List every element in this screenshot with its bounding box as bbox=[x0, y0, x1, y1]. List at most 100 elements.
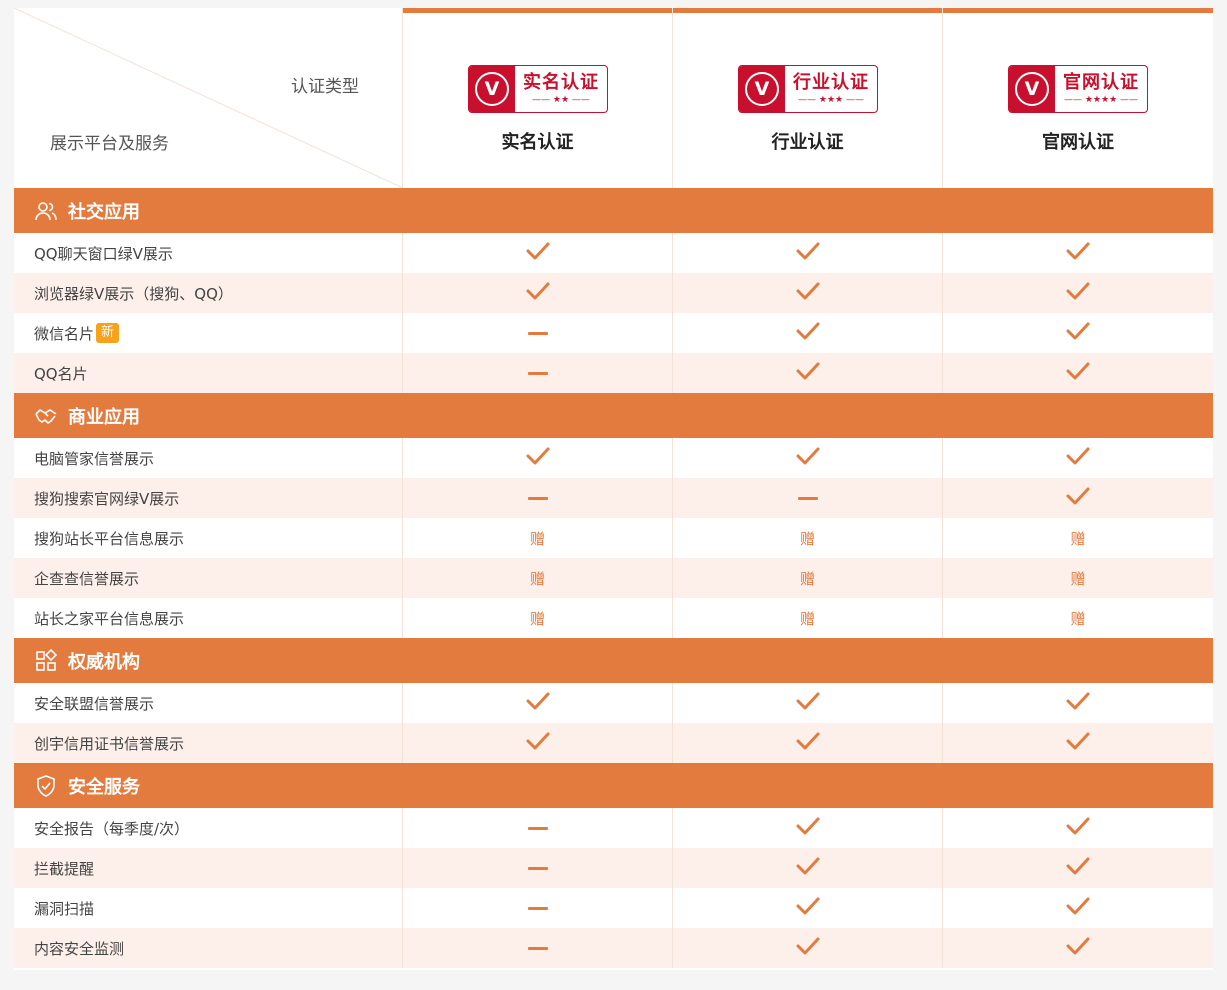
gift-label: 赠 bbox=[1070, 529, 1086, 548]
value-cell bbox=[403, 438, 673, 478]
users-icon bbox=[34, 199, 58, 223]
check-icon bbox=[1066, 281, 1090, 305]
value-cell bbox=[403, 353, 673, 393]
check-icon bbox=[796, 361, 820, 385]
table-row: 内容安全监测 bbox=[14, 928, 1213, 968]
section-header: 安全服务 bbox=[14, 763, 1213, 808]
check-icon bbox=[1066, 486, 1090, 510]
table-row: 搜狗站长平台信息展示 赠 赠 赠 bbox=[14, 518, 1213, 558]
check-icon bbox=[1066, 321, 1090, 345]
gift-label: 赠 bbox=[1070, 609, 1086, 628]
badge-name: 实名认证 bbox=[523, 72, 599, 93]
cert-badge: V 行业认证 —— ★★★ —— bbox=[738, 65, 878, 113]
dash-icon bbox=[527, 906, 548, 910]
header-col-3: V 官网认证 —— ★★★★ —— 官网认证 bbox=[943, 8, 1213, 188]
value-cell bbox=[943, 808, 1213, 848]
value-cell bbox=[943, 683, 1213, 723]
gift-label: 赠 bbox=[799, 609, 815, 628]
badge-stars: —— ★★★ —— bbox=[798, 95, 864, 105]
value-cell bbox=[403, 723, 673, 763]
gift-label: 赠 bbox=[1070, 569, 1086, 588]
table-row: 漏洞扫描 bbox=[14, 888, 1213, 928]
value-cell: 赠 bbox=[403, 598, 673, 638]
table-row: 浏览器绿V展示（搜狗、QQ） bbox=[14, 273, 1213, 313]
value-cell: 赠 bbox=[673, 558, 943, 598]
apps-icon bbox=[34, 648, 58, 673]
value-cell bbox=[403, 233, 673, 273]
row-name: 创宇信用证书信誉展示 bbox=[14, 723, 403, 763]
value-cell bbox=[673, 888, 943, 928]
value-cell bbox=[403, 478, 673, 518]
value-cell: 赠 bbox=[673, 598, 943, 638]
check-icon bbox=[1066, 241, 1090, 265]
value-cell bbox=[403, 313, 673, 353]
table-row: 电脑管家信誉展示 bbox=[14, 438, 1213, 478]
dash-icon bbox=[527, 496, 548, 500]
badge-stars: —— ★★★★ —— bbox=[1064, 95, 1138, 105]
check-icon bbox=[796, 731, 820, 755]
value-cell bbox=[403, 848, 673, 888]
check-icon bbox=[796, 936, 820, 960]
value-cell bbox=[943, 273, 1213, 313]
check-icon bbox=[1066, 896, 1090, 920]
value-cell bbox=[673, 683, 943, 723]
value-cell bbox=[673, 848, 943, 888]
row-name: 安全联盟信誉展示 bbox=[14, 683, 403, 723]
value-cell bbox=[943, 438, 1213, 478]
value-cell bbox=[943, 353, 1213, 393]
table-header: 认证类型 展示平台及服务 V 实名认证 —— ★★ —— 实名认证 V 行业认证 —— ★★… bbox=[14, 8, 1213, 188]
section-label: 安全服务 bbox=[68, 776, 140, 798]
row-name: 搜狗搜索官网绿V展示 bbox=[14, 478, 403, 518]
check-icon bbox=[796, 856, 820, 880]
value-cell: 赠 bbox=[943, 558, 1213, 598]
badge-name: 官网认证 bbox=[1063, 72, 1139, 93]
table-row: 安全报告（每季度/次） bbox=[14, 808, 1213, 848]
value-cell bbox=[943, 848, 1213, 888]
row-name: 搜狗站长平台信息展示 bbox=[14, 518, 403, 558]
value-cell bbox=[673, 723, 943, 763]
value-cell bbox=[403, 928, 673, 968]
row-name: QQ聊天窗口绿V展示 bbox=[14, 233, 403, 273]
section-label: 商业应用 bbox=[68, 406, 140, 428]
header-col-1: V 实名认证 —— ★★ —— 实名认证 bbox=[403, 8, 673, 188]
row-name: 站长之家平台信息展示 bbox=[14, 598, 403, 638]
gift-label: 赠 bbox=[799, 529, 815, 548]
row-name: 拦截提醒 bbox=[14, 848, 403, 888]
value-cell bbox=[403, 808, 673, 848]
badge-stars: —— ★★ —— bbox=[532, 95, 590, 105]
auth-type-label: 认证类型 bbox=[291, 77, 359, 97]
gift-label: 赠 bbox=[529, 609, 545, 628]
column-title: 行业认证 bbox=[771, 132, 844, 153]
value-cell bbox=[943, 888, 1213, 928]
value-cell: 赠 bbox=[403, 558, 673, 598]
section-header: 社交应用 bbox=[14, 188, 1213, 233]
row-name: 微信名片新 bbox=[14, 313, 403, 353]
section-header: 权威机构 bbox=[14, 638, 1213, 683]
row-name: 内容安全监测 bbox=[14, 928, 403, 968]
gift-label: 赠 bbox=[529, 529, 545, 548]
section-label: 权威机构 bbox=[68, 651, 140, 673]
check-icon bbox=[526, 691, 550, 715]
table-row: 创宇信用证书信誉展示 bbox=[14, 723, 1213, 763]
row-name: QQ名片 bbox=[14, 353, 403, 393]
shield-check-icon bbox=[34, 774, 58, 798]
value-cell: 赠 bbox=[403, 518, 673, 558]
table-row: 拦截提醒 bbox=[14, 848, 1213, 888]
value-cell bbox=[673, 928, 943, 968]
column-title: 实名认证 bbox=[501, 132, 574, 153]
table-row: 站长之家平台信息展示 赠 赠 赠 bbox=[14, 598, 1213, 638]
value-cell bbox=[943, 723, 1213, 763]
value-cell bbox=[673, 438, 943, 478]
table-row: 搜狗搜索官网绿V展示 bbox=[14, 478, 1213, 518]
section-header: 商业应用 bbox=[14, 393, 1213, 438]
check-icon bbox=[796, 321, 820, 345]
check-icon bbox=[1066, 816, 1090, 840]
row-name: 漏洞扫描 bbox=[14, 888, 403, 928]
dash-icon bbox=[527, 946, 548, 950]
table-row: 微信名片新 bbox=[14, 313, 1213, 353]
value-cell: 赠 bbox=[673, 518, 943, 558]
row-name: 浏览器绿V展示（搜狗、QQ） bbox=[14, 273, 403, 313]
check-icon bbox=[526, 241, 550, 265]
badge-name: 行业认证 bbox=[793, 72, 869, 93]
row-name: 电脑管家信誉展示 bbox=[14, 438, 403, 478]
